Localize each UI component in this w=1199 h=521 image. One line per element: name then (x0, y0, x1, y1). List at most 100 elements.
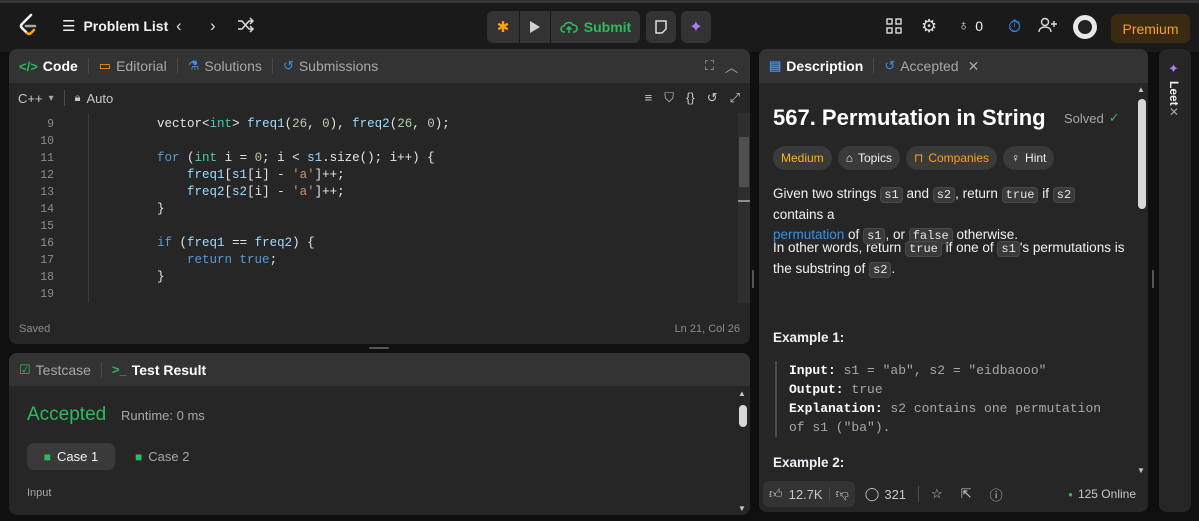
solved-badge: Solved ✓ (1064, 110, 1120, 126)
close-icon[interactable]: ✕ (968, 58, 980, 75)
topics-label: Topics (857, 151, 892, 165)
leetcode-logo-icon[interactable] (18, 13, 40, 39)
format-icon[interactable]: ≡ (645, 90, 653, 106)
online-label: 125 Online (1077, 487, 1136, 501)
horizontal-resize-handle[interactable] (752, 270, 754, 288)
code-line[interactable]: for (int i = 0; i < s1.size(); i++) { (97, 150, 435, 167)
tags-row: Medium ⌂ Topics ⊓ Companies ♀ Hint (773, 146, 1055, 170)
code-line[interactable]: } (97, 269, 165, 286)
line-number: 15 (40, 220, 54, 233)
tab-submissions[interactable]: ↺ Submissions (273, 49, 388, 83)
star-icon[interactable]: ☆ (931, 486, 943, 502)
side-resize-handle[interactable] (1152, 270, 1154, 288)
close-icon[interactable]: ✕ (1169, 105, 1179, 119)
vertical-resize-handle[interactable] (369, 347, 389, 349)
streak-count: 0 (975, 17, 984, 34)
code-line[interactable]: return true; (97, 252, 277, 269)
difficulty-badge: Medium (773, 146, 832, 170)
comments-button[interactable]: ◯ 321 (865, 486, 906, 502)
tab-testcase[interactable]: ☑ Testcase (9, 353, 101, 387)
case-2-tab[interactable]: ■ Case 2 (135, 443, 205, 470)
code-line[interactable]: vector<int> freq1(26, 0), freq2(26, 0); (97, 116, 450, 133)
line-number: 10 (40, 135, 54, 148)
prev-problem-icon[interactable]: ‹ (176, 16, 182, 36)
chevron-down-icon: ▾ (48, 92, 54, 104)
code-line[interactable]: } (97, 201, 165, 218)
document-icon: ▤ (769, 58, 782, 73)
tab-accepted[interactable]: ↺ Accepted ✕ (874, 49, 989, 83)
line-number: 19 (40, 288, 54, 301)
sparkle-icon[interactable]: ✦ (1168, 61, 1179, 77)
problem-statement-p1: Given two strings s1 and s2, return true… (773, 184, 1128, 246)
ai-assist-button[interactable]: ✦ (681, 11, 711, 43)
description-scrollbar[interactable]: ▲ ▼ (1137, 85, 1147, 475)
code-panel: </> Code ▭ Editorial ⚗ Solutions ↺ Submi… (9, 49, 750, 344)
problem-title[interactable]: 567. Permutation in String (773, 105, 1046, 131)
timer-icon[interactable]: ⏱ (1008, 17, 1021, 37)
braces-icon[interactable]: {} (686, 90, 695, 106)
tab-test-result[interactable]: >_ Test Result (102, 353, 216, 387)
description-panel-header: ▤ Description ↺ Accepted ✕ (759, 49, 1148, 83)
submit-button[interactable]: Submit (551, 11, 640, 43)
tab-description[interactable]: ▤ Description (759, 49, 873, 83)
bookmark-icon[interactable]: ⛉ (664, 90, 674, 106)
premium-button[interactable]: Premium (1111, 14, 1190, 43)
share-icon[interactable]: ⇱ (961, 486, 972, 502)
test-panel-header: ☑ Testcase >_ Test Result (9, 353, 750, 386)
tab-solutions[interactable]: ⚗ Solutions (178, 49, 272, 83)
shuffle-icon[interactable] (237, 17, 255, 33)
description-panel: ▤ Description ↺ Accepted ✕ 567. Permutat… (759, 49, 1148, 512)
online-count: ● 125 Online (1068, 487, 1136, 501)
code-editor[interactable]: 9 vector<int> freq1(26, 0), freq2(26, 0)… (9, 113, 750, 303)
runtime-text: Runtime: 0 ms (121, 408, 205, 423)
collapse-icon[interactable]: ︿ (725, 57, 738, 76)
language-select[interactable]: C++ ▾ (18, 91, 54, 106)
hint-tag[interactable]: ♀ Hint (1003, 146, 1055, 170)
hint-label: Hint (1025, 151, 1047, 165)
code-line[interactable]: freq1[s1[i] - 'a']++; (97, 167, 345, 184)
companies-tag[interactable]: ⊓ Companies (905, 146, 998, 170)
tab-code-label: Code (42, 58, 78, 74)
mode-label: Auto (86, 90, 114, 106)
problem-list-button[interactable]: ☰ Problem List (62, 17, 168, 35)
line-number: 18 (40, 271, 54, 284)
tab-editorial[interactable]: ▭ Editorial (89, 49, 177, 83)
fullscreen-icon[interactable]: ⤢ (730, 90, 740, 106)
layout-icon[interactable] (886, 18, 902, 34)
debug-button[interactable]: ✱ (487, 11, 519, 43)
add-friend-icon[interactable] (1038, 17, 1058, 33)
notes-button[interactable] (646, 11, 676, 43)
side-panel-collapsed: ✦ Leet ✕ (1159, 49, 1191, 512)
code-line[interactable]: if (freq1 == freq2) { (97, 235, 315, 252)
reset-icon[interactable]: ↺ (707, 90, 718, 106)
test-scrollbar[interactable]: ▲ ▼ (738, 389, 748, 513)
thumbs-down-icon[interactable]: 👎︎ (836, 486, 849, 502)
line-number: 9 (47, 118, 54, 131)
auto-mode[interactable]: 🔒︎ Auto (75, 91, 114, 106)
avatar[interactable] (1073, 15, 1097, 39)
example-2-title: Example 2: (773, 455, 845, 470)
tab-testcase-label: Testcase (35, 361, 91, 378)
run-button[interactable] (520, 11, 550, 43)
tab-code[interactable]: </> Code (9, 49, 88, 83)
line-number: 14 (40, 203, 54, 216)
editor-toolbar: C++ ▾ 🔒︎ Auto ≡ ⛉ {} ↺ ⤢ (9, 83, 750, 113)
flame-icon: ♁ (958, 17, 970, 34)
next-problem-icon[interactable]: › (210, 16, 216, 36)
code-line[interactable]: freq2[s2[i] - 'a']++; (97, 184, 345, 201)
topics-tag[interactable]: ⌂ Topics (837, 146, 900, 170)
terminal-icon: >_ (111, 362, 127, 377)
settings-gear-icon[interactable]: ⚙ (921, 16, 937, 37)
line-number: 11 (40, 152, 54, 165)
case-1-tab[interactable]: ■ Case 1 (27, 443, 115, 470)
like-count: 12.7K (788, 486, 823, 502)
maximize-icon[interactable]: ⛶ (705, 58, 714, 74)
tab-description-label: Description (786, 58, 864, 74)
streak-counter[interactable]: ♁ 0 (958, 17, 983, 34)
editor-scrollbar[interactable] (738, 113, 750, 303)
help-icon[interactable]: ⓘ (990, 485, 1003, 504)
online-dot-icon: ● (1068, 489, 1073, 499)
lock-icon: 🔒︎ (74, 91, 81, 104)
leet-panel-tab[interactable]: Leet (1167, 81, 1181, 106)
thumbs-up-icon[interactable]: 👍︎ (769, 486, 783, 502)
